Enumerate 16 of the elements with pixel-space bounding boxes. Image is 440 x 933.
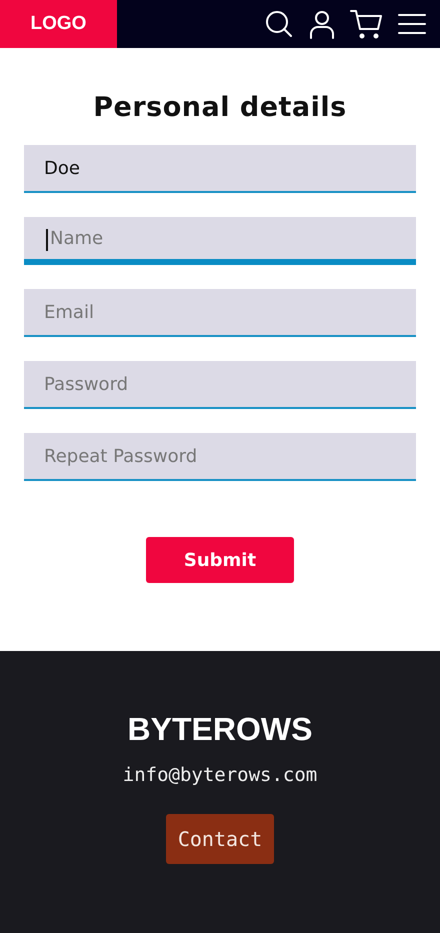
input-field[interactable]: Email [24,289,416,337]
submit-button[interactable]: Submit [146,537,294,583]
footer-brand: BYTEROWS [128,711,312,748]
user-icon[interactable] [308,9,336,39]
search-icon[interactable] [264,9,294,39]
input-field[interactable]: Repeat Password [24,433,416,481]
footer-email: info@byterows.com [122,764,318,786]
input-field[interactable]: Doe [24,145,416,193]
menu-icon[interactable] [398,13,426,35]
form-title: Personal details [92,92,348,123]
contact-button[interactable]: Contact [166,814,274,864]
input-field[interactable]: Password [24,361,416,409]
text-cursor [46,229,48,251]
input-field[interactable]: Name [24,217,416,265]
cart-icon[interactable] [350,9,384,39]
logo[interactable]: LOGO [0,0,117,48]
